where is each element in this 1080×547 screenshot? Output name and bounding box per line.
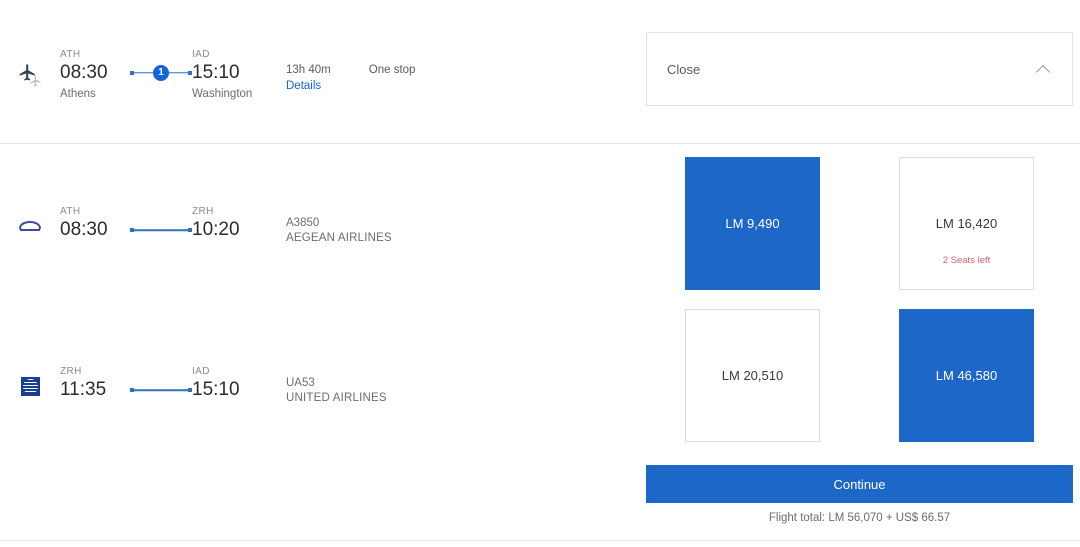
leg-connector (130, 379, 192, 401)
aegean-airlines-logo (0, 219, 60, 233)
stop-count-badge: 1 (153, 64, 169, 81)
leg-departure-time: 08:30 (60, 219, 108, 240)
leg-arrival-time: 10:20 (192, 219, 240, 240)
fare-price: LM 9,490 (725, 215, 780, 231)
leg-arrival: IAD 15:10 (192, 366, 264, 401)
leg-arrival-code: ZRH (192, 206, 214, 217)
leg-flight-number: A3850 (286, 217, 320, 229)
section-divider-bottom (0, 540, 1080, 541)
flight-leg-row: ATH 08:30 ZRH 10:20 A3850 AEGEAN AIRLINE… (0, 195, 640, 257)
leg-segment: ATH 08:30 ZRH 10:20 A3850 AEGEAN AIRLINE… (60, 206, 392, 246)
stops-label: One stop (368, 63, 416, 76)
leg-departure-code: ZRH (60, 366, 82, 377)
leg-arrival: ZRH 10:20 (192, 206, 264, 241)
connector-cap-left (130, 228, 134, 232)
leg-segment: ZRH 11:35 IAD 15:10 UA53 UNITED AIRLINES (60, 366, 387, 406)
close-label: Close (667, 61, 701, 77)
arrival-city: Washington (192, 87, 253, 100)
arrival-airport-code: IAD (192, 48, 210, 60)
connector-line (132, 389, 190, 391)
connector-line (132, 229, 190, 231)
leg-flight-number: UA53 (286, 377, 315, 389)
summary-meta: 13h 40m Details One stop (286, 63, 415, 94)
summary-departure: ATH 08:30 Athens (60, 49, 130, 102)
connector-cap-right (188, 228, 192, 232)
section-divider-top (0, 143, 1080, 144)
fare-price: LM 46,580 (935, 367, 998, 383)
leg-arrival-code: IAD (192, 366, 210, 377)
arrival-time: 15:10 (192, 61, 240, 83)
fare-option[interactable]: LM 46,580 (899, 309, 1034, 442)
itinerary-summary-row: ATH 08:30 Athens 1 IAD 15:10 Washington … (0, 40, 640, 110)
leg-connector (130, 219, 192, 241)
leg-carrier-name: AEGEAN AIRLINES (286, 232, 392, 244)
fare-price: LM 20,510 (721, 367, 784, 383)
stops-connector: 1 (130, 62, 192, 84)
leg-departure-time: 11:35 (60, 379, 107, 400)
connector-cap-right (188, 388, 192, 392)
leg-flight-info: UA53 UNITED AIRLINES (286, 376, 387, 406)
united-airlines-logo (0, 376, 60, 396)
summary-arrival: IAD 15:10 Washington (192, 49, 264, 102)
flight-selection-page: ATH 08:30 Athens 1 IAD 15:10 Washington … (0, 0, 1080, 547)
seats-left-badge: 2 Seats left (942, 255, 991, 266)
flight-leg-row: ZRH 11:35 IAD 15:10 UA53 UNITED AIRLINES (0, 355, 640, 417)
departure-city: Athens (60, 87, 96, 100)
connector-cap-left (130, 70, 134, 75)
airplane-icon (0, 61, 60, 89)
leg-departure-code: ATH (60, 206, 81, 217)
fare-option-grid: LM 9,490 LM 16,420 2 Seats left LM 20,51… (685, 157, 1034, 442)
leg-departure: ZRH 11:35 (60, 366, 130, 401)
continue-button[interactable]: Continue (646, 465, 1073, 503)
flight-total-label: Flight total: LM 56,070 + US$ 66.57 (768, 512, 951, 524)
leg-carrier-name: UNITED AIRLINES (286, 392, 387, 404)
leg-arrival-time: 15:10 (192, 379, 240, 400)
summary-segment: ATH 08:30 Athens 1 IAD 15:10 Washington … (60, 49, 415, 102)
leg-departure: ATH 08:30 (60, 206, 130, 241)
chevron-up-icon[interactable] (1036, 61, 1052, 77)
departure-time: 08:30 (60, 61, 108, 83)
fare-price: LM 16,420 (935, 215, 998, 231)
fare-option[interactable]: LM 20,510 (685, 309, 820, 442)
details-link[interactable]: Details (286, 79, 331, 94)
departure-airport-code: ATH (60, 48, 81, 60)
connector-cap-left (130, 388, 134, 392)
close-panel-button[interactable]: Close (646, 32, 1073, 106)
connector-cap-right (188, 70, 192, 75)
flight-duration: 13h 40m (286, 63, 331, 76)
leg-flight-info: A3850 AEGEAN AIRLINES (286, 216, 392, 246)
fare-option[interactable]: LM 16,420 2 Seats left (899, 157, 1034, 290)
fare-option[interactable]: LM 9,490 (685, 157, 820, 290)
